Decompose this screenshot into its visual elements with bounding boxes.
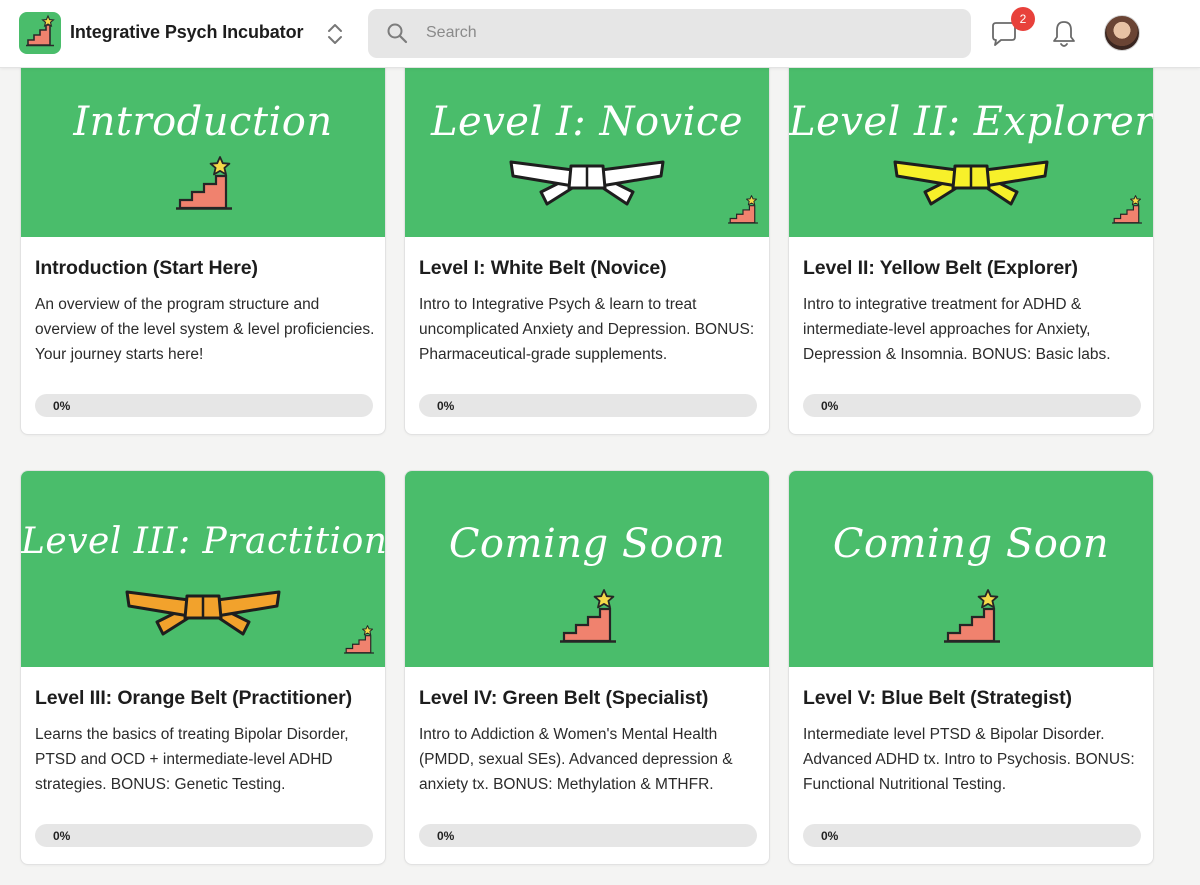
course-banner-image[interactable]: Coming Soon — [405, 471, 769, 667]
course-card[interactable]: Introduction Introduction (Start Here) An… — [20, 40, 386, 435]
stairs-star-icon — [174, 156, 234, 219]
orange-belt-icon — [123, 586, 283, 643]
course-title[interactable]: Level II: Yellow Belt (Explorer) — [803, 257, 1078, 280]
course-title[interactable]: Level III: Orange Belt (Practitioner) — [35, 687, 352, 710]
course-banner-image[interactable]: Level I: Novice — [405, 41, 769, 237]
course-description: Intro to Addiction & Women's Mental Heal… — [419, 726, 733, 793]
course-card[interactable]: Level I: Novice Level I: White Belt (Nov… — [404, 40, 770, 435]
course-progress-label: 0% — [821, 829, 839, 843]
course-description: Intro to Integrative Psych & learn to tr… — [419, 296, 755, 363]
course-banner-text: Level II: Explorer — [789, 99, 1153, 145]
course-progress-label: 0% — [437, 829, 455, 843]
top-navigation-bar: Integrative Psych Incubator Search 2 — [0, 0, 1200, 68]
search-placeholder: Search — [426, 24, 477, 41]
course-banner-text: Level I: Novice — [430, 99, 744, 145]
course-banner-image[interactable]: Level II: Explorer — [789, 41, 1153, 237]
course-progress-label: 0% — [437, 399, 455, 413]
switcher-chevrons-icon[interactable] — [324, 20, 346, 48]
app-title[interactable]: Integrative Psych Incubator — [70, 22, 303, 43]
course-progress-bar: 0% — [35, 394, 373, 417]
stairs-star-icon — [942, 589, 1002, 652]
stairs-star-icon — [727, 195, 759, 231]
course-banner-text: Level III: Practitioner — [21, 521, 385, 562]
course-description: Learns the basics of treating Bipolar Di… — [35, 726, 349, 793]
course-banner-text: Introduction — [73, 99, 333, 145]
stairs-star-icon — [343, 625, 375, 661]
yellow-belt-icon — [891, 156, 1051, 213]
search-input[interactable]: Search — [368, 9, 971, 58]
course-banner-text: Coming Soon — [832, 521, 1110, 567]
course-progress-bar: 0% — [803, 394, 1141, 417]
course-description: An overview of the program structure and… — [35, 296, 375, 363]
course-title[interactable]: Level I: White Belt (Novice) — [419, 257, 667, 280]
chat-notification-badge: 2 — [1011, 7, 1035, 31]
course-progress-bar: 0% — [419, 824, 757, 847]
avatar[interactable] — [1104, 15, 1140, 51]
course-title[interactable]: Level V: Blue Belt (Strategist) — [803, 687, 1072, 710]
course-banner-image[interactable]: Introduction — [21, 41, 385, 237]
course-title[interactable]: Level IV: Green Belt (Specialist) — [419, 687, 708, 710]
course-progress-label: 0% — [53, 399, 71, 413]
bell-icon[interactable] — [1050, 18, 1078, 50]
stairs-star-icon — [558, 589, 618, 652]
course-progress-bar: 0% — [419, 394, 757, 417]
app-logo-icon[interactable] — [19, 12, 61, 54]
course-progress-bar: 0% — [35, 824, 373, 847]
course-card[interactable]: Level II: Explorer Level II: Yellow Belt… — [788, 40, 1154, 435]
course-banner-image[interactable]: Level III: Practitioner — [21, 471, 385, 667]
course-card[interactable]: Level III: Practitioner Level III: Orang… — [20, 470, 386, 865]
course-card[interactable]: Coming Soon Level V: Blue Belt (Strategi… — [788, 470, 1154, 865]
course-banner-text: Coming Soon — [448, 521, 726, 567]
course-card[interactable]: Coming Soon Level IV: Green Belt (Specia… — [404, 470, 770, 865]
stairs-star-icon — [1111, 195, 1143, 231]
course-description: Intermediate level PTSD & Bipolar Disord… — [803, 726, 1135, 793]
white-belt-icon — [507, 156, 667, 213]
course-description: Intro to integrative treatment for ADHD … — [803, 296, 1111, 363]
course-progress-label: 0% — [821, 399, 839, 413]
course-progress-bar: 0% — [803, 824, 1141, 847]
course-progress-label: 0% — [53, 829, 71, 843]
course-banner-image[interactable]: Coming Soon — [789, 471, 1153, 667]
search-icon — [386, 22, 408, 44]
course-title[interactable]: Introduction (Start Here) — [35, 257, 258, 280]
